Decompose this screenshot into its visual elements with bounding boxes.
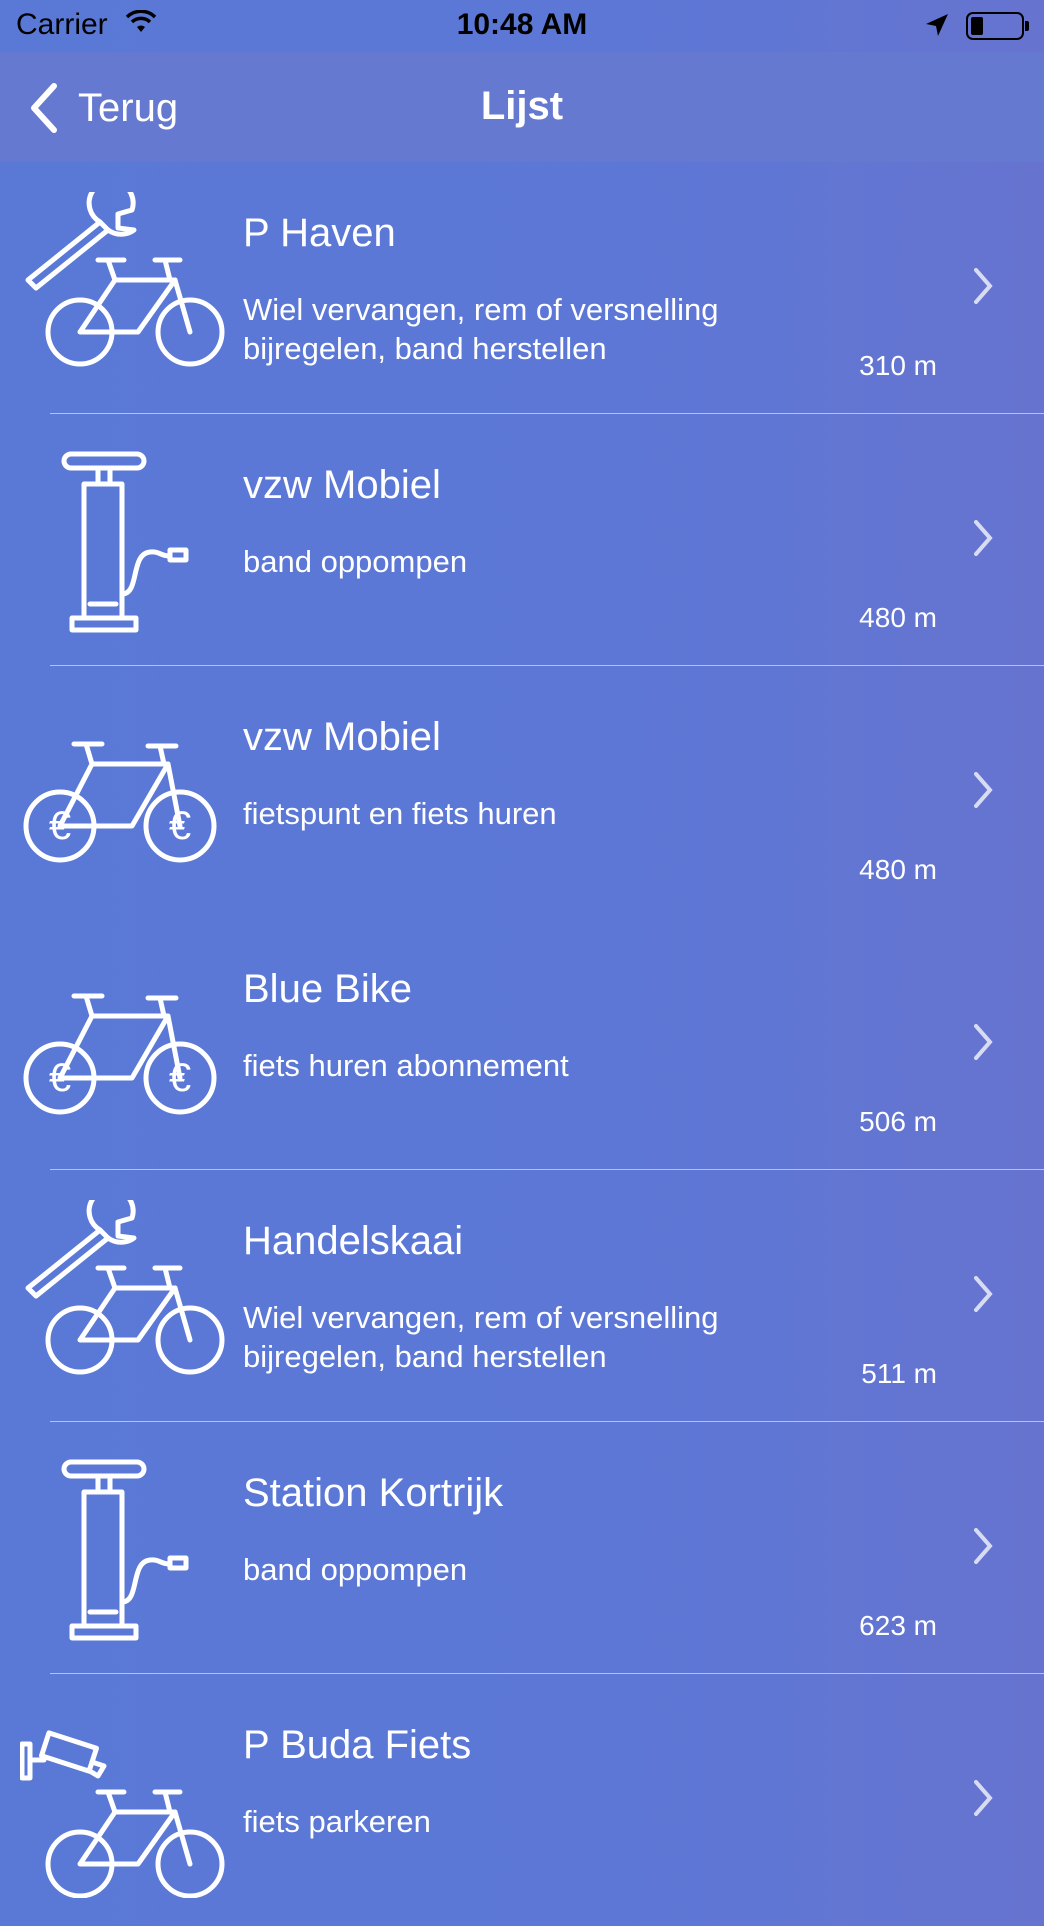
chevron-right-icon bbox=[974, 1780, 993, 1816]
chevron-right-icon bbox=[974, 1528, 993, 1564]
bike-repair-icon bbox=[25, 1200, 225, 1375]
item-distance: 310 m bbox=[859, 350, 937, 381]
item-title: Station Kortrijk bbox=[243, 1471, 504, 1515]
bike-repair-icon bbox=[25, 192, 225, 367]
battery-icon bbox=[966, 12, 1024, 40]
page-title: Lijst bbox=[480, 84, 564, 128]
item-distance: 511 m bbox=[861, 1358, 937, 1389]
location-arrow-icon bbox=[926, 14, 948, 36]
item-description: band oppompen bbox=[243, 544, 468, 579]
item-description: band oppompen bbox=[243, 1552, 468, 1587]
item-title: vzw Mobiel bbox=[243, 463, 441, 507]
item-distance: 480 m bbox=[859, 854, 937, 885]
bike-rental-icon: € € bbox=[23, 741, 217, 863]
location-list: P Haven Wiel vervangen, rem of versnelli… bbox=[0, 162, 1044, 1926]
list-item[interactable]: P Haven Wiel vervangen, rem of versnelli… bbox=[0, 162, 1044, 414]
item-title: P Haven bbox=[243, 211, 396, 255]
navigation-bar: Terug Lijst bbox=[0, 52, 1044, 162]
status-time: 10:48 AM bbox=[456, 8, 588, 41]
svg-text:€: € bbox=[169, 804, 191, 848]
item-title: vzw Mobiel bbox=[243, 715, 441, 759]
list-item[interactable]: € € Blue Bike fiets huren abonnement 506… bbox=[0, 918, 1044, 1170]
item-title: P Buda Fiets bbox=[243, 1723, 472, 1767]
chevron-right-icon bbox=[974, 1024, 993, 1060]
item-description: fiets huren abonnement bbox=[243, 1048, 569, 1083]
chevron-right-icon bbox=[974, 772, 993, 808]
item-title: Handelskaai bbox=[243, 1219, 464, 1263]
chevron-right-icon bbox=[974, 1276, 993, 1312]
item-distance: 506 m bbox=[859, 1106, 937, 1137]
list-item[interactable]: vzw Mobiel band oppompen 480 m bbox=[0, 414, 1044, 666]
svg-text:€: € bbox=[169, 1056, 191, 1100]
list-item[interactable]: Handelskaai Wiel vervangen, rem of versn… bbox=[0, 1170, 1044, 1422]
item-title: Blue Bike bbox=[243, 967, 412, 1011]
list-item[interactable]: Station Kortrijk band oppompen 623 m bbox=[0, 1422, 1044, 1674]
bike-pump-icon bbox=[61, 1459, 189, 1641]
battery-tip bbox=[1025, 21, 1029, 31]
item-distance: 623 m bbox=[859, 1610, 937, 1641]
bike-parking-camera-icon bbox=[20, 1730, 225, 1898]
list-item[interactable]: P Buda Fiets fiets parkeren bbox=[0, 1674, 1044, 1926]
item-description: fiets parkeren bbox=[243, 1804, 431, 1839]
chevron-right-icon bbox=[974, 520, 993, 556]
status-bar: Carrier 10:48 AM bbox=[0, 0, 1044, 52]
list-item[interactable]: € € vzw Mobiel fietspunt en fiets huren … bbox=[0, 666, 1044, 918]
item-description: fietspunt en fiets huren bbox=[243, 796, 557, 831]
item-description: Wiel vervangen, rem of versnelling bijre… bbox=[243, 292, 719, 366]
bike-pump-icon bbox=[61, 451, 189, 633]
svg-text:€: € bbox=[49, 1056, 71, 1100]
bike-rental-icon: € € bbox=[23, 993, 217, 1115]
item-description: Wiel vervangen, rem of versnelling bijre… bbox=[243, 1300, 719, 1374]
item-distance: 480 m bbox=[859, 602, 937, 633]
svg-text:€: € bbox=[49, 804, 71, 848]
chevron-right-icon bbox=[974, 268, 993, 304]
